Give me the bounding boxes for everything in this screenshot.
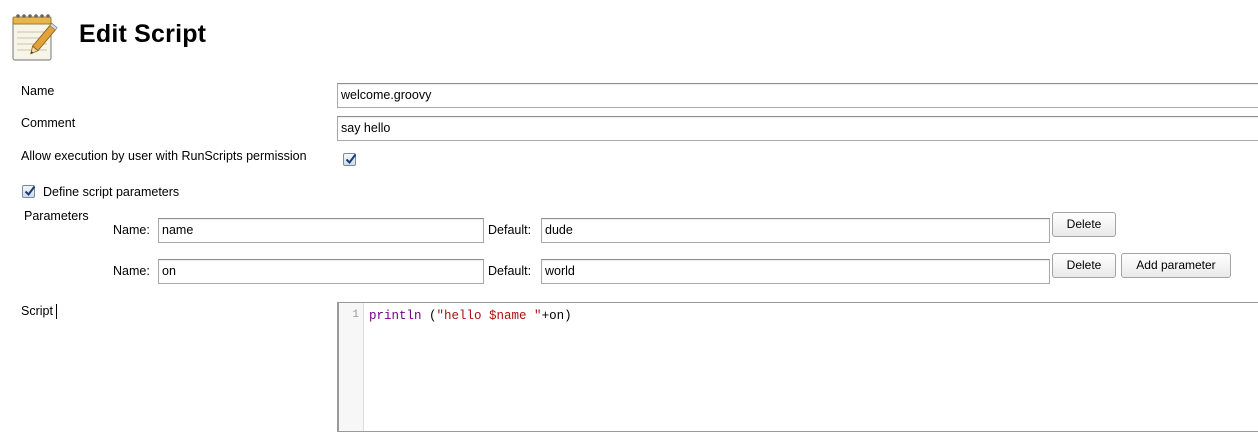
param-default-input[interactable]: world (541, 259, 1050, 284)
script-editor[interactable]: 1 println ("hello $name "+on) (337, 302, 1258, 432)
name-label: Name (21, 84, 55, 98)
notepad-icon (10, 12, 60, 62)
checkmark-icon (24, 185, 36, 197)
define-parameters-label: Define script parameters (43, 185, 180, 199)
param-name-label: Name: (113, 223, 150, 237)
code-rest: +on) (541, 309, 572, 323)
param-name-input[interactable]: name (158, 218, 484, 243)
param-name-input[interactable]: on (158, 259, 484, 284)
define-parameters-checkbox[interactable] (22, 185, 36, 198)
code-line: println ("hello $name "+on) (369, 309, 572, 323)
line-gutter: 1 (339, 303, 364, 431)
param-default-label: Default: (488, 264, 532, 278)
param-default-input[interactable]: dude (541, 218, 1050, 243)
comment-input[interactable]: say hello (337, 116, 1258, 141)
add-parameter-button[interactable]: Add parameter (1121, 253, 1231, 278)
allow-execution-checkbox[interactable] (343, 153, 357, 166)
parameters-label: Parameters (24, 209, 89, 223)
text-cursor (56, 304, 57, 319)
page-title: Edit Script (79, 20, 207, 48)
code-string: "hello $name " (436, 309, 542, 323)
name-input[interactable]: welcome.groovy (337, 83, 1258, 108)
delete-parameter-button[interactable]: Delete (1052, 212, 1116, 237)
code-keyword: println (369, 309, 422, 323)
param-name-label: Name: (113, 264, 150, 278)
checkmark-icon (345, 153, 357, 165)
line-number: 1 (352, 309, 359, 321)
comment-label: Comment (21, 116, 76, 130)
param-default-label: Default: (488, 223, 532, 237)
delete-parameter-button[interactable]: Delete (1052, 253, 1116, 278)
code-paren: ( (421, 309, 437, 323)
allow-execution-label: Allow execution by user with RunScripts … (21, 149, 307, 163)
script-label: Script (21, 304, 53, 318)
